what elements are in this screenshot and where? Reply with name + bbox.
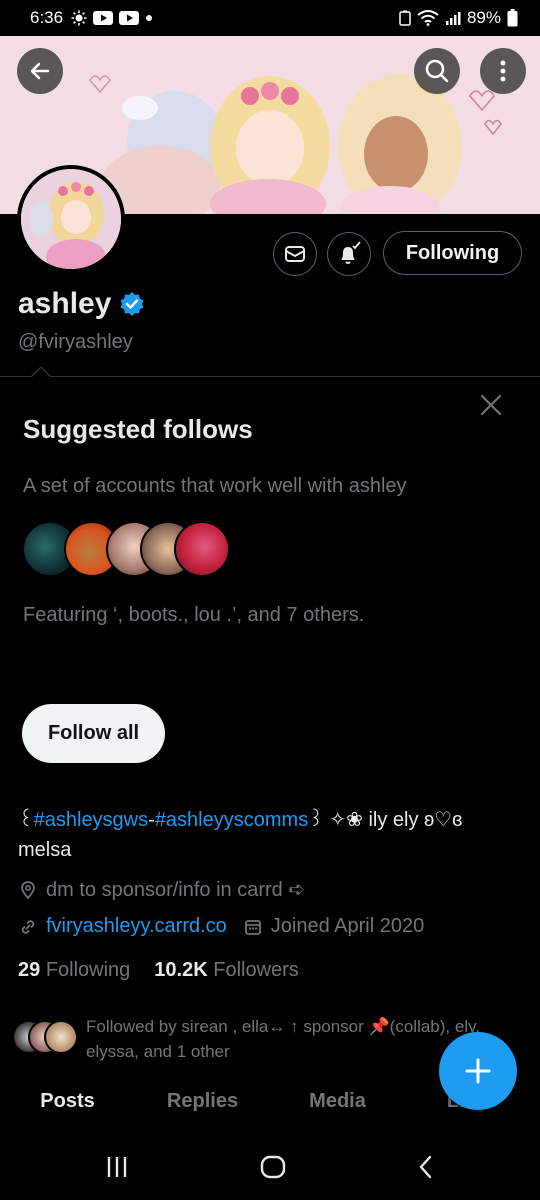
brightness-icon (71, 10, 87, 26)
search-icon (425, 59, 449, 83)
calendar-icon (244, 919, 261, 935)
message-button[interactable] (273, 232, 317, 276)
search-button[interactable] (414, 48, 460, 94)
bio-line-2: melsa (18, 839, 72, 861)
bio-hashtag-1[interactable]: #ashleysgws (34, 809, 149, 831)
back-nav-icon[interactable] (416, 1154, 436, 1180)
bio-separator: - (148, 809, 155, 831)
suggested-title: Suggested follows (23, 414, 253, 444)
following-label: Following (45, 959, 131, 981)
follow-all-button[interactable]: Follow all (22, 704, 165, 763)
following-stat[interactable]: 29 Following (18, 959, 130, 982)
battery-saver-icon (399, 10, 411, 26)
followers-stat[interactable]: 10.2K Followers (154, 959, 299, 982)
wifi-icon (417, 10, 439, 26)
profile-name: ashley (18, 287, 112, 320)
tab-replies[interactable]: Replies (135, 1090, 270, 1134)
tab-posts[interactable]: Posts (0, 1090, 135, 1134)
system-nav-bar (0, 1134, 540, 1200)
following-button[interactable]: Following (383, 231, 522, 275)
profile-bio: ꒰#ashleysgws-#ashleyyscomms꒱ ✧❀ ily ely … (18, 805, 523, 865)
bio-suffix: ꒱ ✧❀ ily ely ʚ♡ɞ (308, 809, 463, 831)
more-vertical-icon (500, 60, 506, 82)
mail-icon (285, 246, 305, 262)
following-count: 29 (18, 959, 41, 981)
youtube-icon (93, 11, 114, 25)
recents-icon[interactable] (104, 1154, 130, 1180)
clock: 6:36 (30, 8, 64, 27)
suggested-caret-inner (31, 368, 51, 378)
arrow-left-icon (30, 62, 50, 80)
followed-by-avatars (12, 1020, 82, 1054)
tab-media[interactable]: Media (270, 1090, 405, 1134)
close-icon (480, 394, 502, 416)
location-pin-icon (21, 880, 35, 899)
avatar[interactable] (17, 165, 125, 273)
link-joined-row: fviryashleyy.carrd.co Joined April 2020 (18, 915, 424, 938)
system-icons: 89% (399, 8, 518, 28)
followers-label: Followers (213, 959, 299, 981)
suggested-avatars (22, 521, 282, 579)
dismiss-suggestions-button[interactable] (476, 390, 506, 420)
notification-icons (71, 10, 153, 26)
back-button[interactable] (17, 48, 63, 94)
notifications-button[interactable] (327, 232, 371, 276)
followers-count: 10.2K (154, 959, 208, 981)
joined-date: Joined April 2020 (270, 915, 425, 937)
profile-link[interactable]: fviryashleyy.carrd.co (46, 915, 227, 938)
location-text: dm to sponsor/info in carrd ➪ (46, 879, 306, 901)
bio-hashtag-2[interactable]: #ashleyyscomms (155, 809, 308, 831)
plus-icon (465, 1058, 491, 1084)
compose-button[interactable] (439, 1032, 517, 1110)
more-button[interactable] (480, 48, 526, 94)
verified-badge-icon (120, 292, 144, 316)
battery-percent: 89% (466, 8, 501, 27)
dot-icon (146, 15, 153, 21)
profile-handle: @fviryashley (18, 331, 133, 353)
link-icon (21, 919, 35, 934)
avatar-image (21, 169, 121, 269)
bio-prefix: ꒰ (18, 809, 34, 831)
battery-icon (507, 9, 518, 27)
profile-name-row: ashley (18, 287, 145, 321)
follow-stats: 29 Following 10.2K Followers (18, 959, 299, 982)
status-bar: 6:36 89% (0, 0, 540, 36)
bell-check-icon (341, 241, 361, 264)
suggested-avatar-5 (174, 521, 230, 577)
signal-icon (445, 12, 461, 25)
followed-by-avatar-3 (44, 1020, 78, 1054)
home-icon[interactable] (259, 1153, 287, 1181)
suggested-featuring: Featuring ‘, boots., lou .’, and 7 other… (23, 604, 365, 626)
suggested-description: A set of accounts that work well with as… (23, 475, 407, 497)
location-row: dm to sponsor/info in carrd ➪ (18, 877, 305, 902)
suggested-divider (0, 376, 540, 377)
youtube-icon-2 (119, 11, 140, 25)
